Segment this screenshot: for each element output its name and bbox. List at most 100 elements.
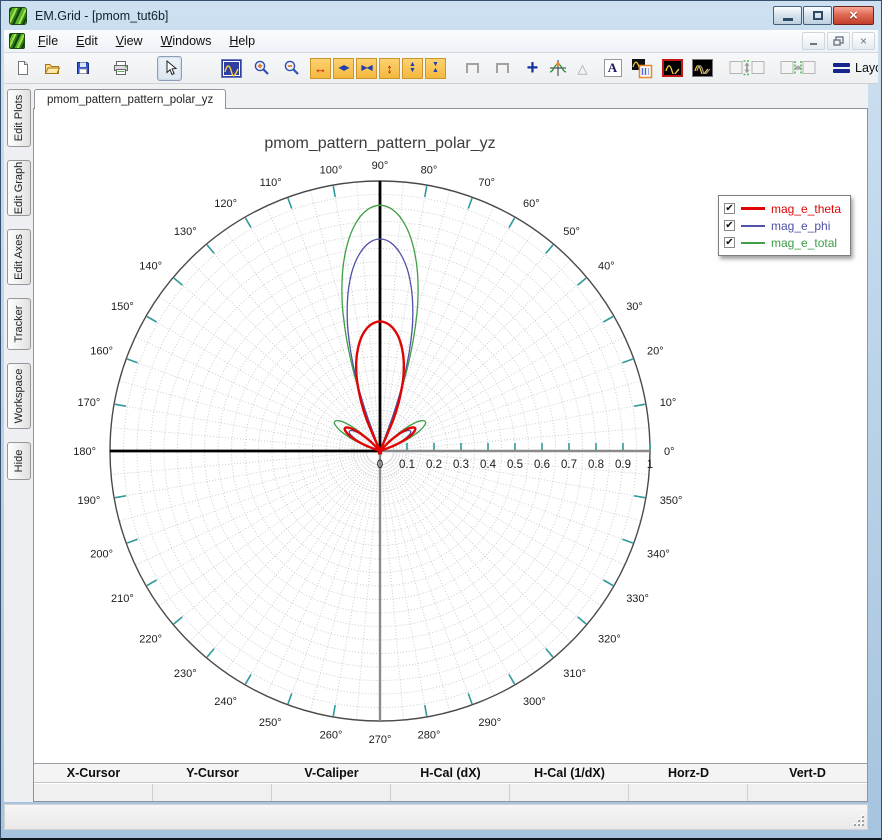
text-annotation-button[interactable]: A xyxy=(600,56,625,81)
svg-text:40°: 40° xyxy=(598,261,615,273)
app-logo-icon xyxy=(9,7,27,25)
mdi-minimize-button[interactable] xyxy=(802,32,825,50)
close-button[interactable]: × xyxy=(833,6,874,25)
print-button[interactable] xyxy=(108,56,133,81)
svg-text:0.1: 0.1 xyxy=(399,459,415,471)
menu-file[interactable]: File xyxy=(29,31,67,51)
document-tab-row: pmom_pattern_pattern_polar_yz xyxy=(33,84,868,108)
svg-text:270°: 270° xyxy=(369,734,392,746)
svg-text:0.3: 0.3 xyxy=(453,459,469,471)
single-plot-button[interactable] xyxy=(660,56,685,81)
legend-label: mag_e_total xyxy=(771,236,837,250)
mdi-window-controls: × xyxy=(802,32,875,50)
menu-edit[interactable]: Edit xyxy=(67,31,107,51)
menu-view[interactable]: View xyxy=(107,31,152,51)
readout-col-h-cal-1-dx-: H-Cal (1/dX) xyxy=(510,766,629,780)
widen-x-button[interactable]: ◀▶ xyxy=(333,58,354,79)
h-stretch-icon: ↔ xyxy=(314,62,327,75)
svg-text:130°: 130° xyxy=(174,226,197,238)
readout-col-vert-d: Vert-D xyxy=(748,766,867,780)
svg-text:0.6: 0.6 xyxy=(534,459,550,471)
svg-text:300°: 300° xyxy=(523,696,546,708)
svg-text:150°: 150° xyxy=(111,301,134,313)
legend-line-sample xyxy=(741,242,765,244)
save-icon xyxy=(75,60,91,76)
legend-checkbox[interactable]: ✔ xyxy=(724,203,735,214)
maximize-button[interactable] xyxy=(803,6,832,25)
layout-button[interactable]: Layout xyxy=(833,61,878,75)
v-arrows-in-icon: ▼▲ xyxy=(432,62,439,74)
svg-text:0.7: 0.7 xyxy=(561,459,577,471)
sidebar-tab-label: Hide xyxy=(13,450,25,473)
plot-panel[interactable]: pmom_pattern_pattern_polar_yz 00.10.20.3… xyxy=(34,109,867,763)
mdi-close-button[interactable]: × xyxy=(852,32,875,50)
sidebar-tab-hide[interactable]: Hide xyxy=(7,442,31,480)
marker-button: △ xyxy=(570,56,595,81)
v-arrows-out-icon: ▲▼ xyxy=(409,62,416,74)
pointer-icon xyxy=(162,60,178,76)
work-area: Edit Plots Edit Graph Edit Axes Tracker Work… xyxy=(1,84,881,802)
document-logo-icon xyxy=(9,33,25,49)
sidebar-tab-edit-plots[interactable]: Edit Plots xyxy=(7,89,31,147)
document-frame: pmom_pattern_pattern_polar_yz 00.10.20.3… xyxy=(33,108,868,802)
new-file-button[interactable] xyxy=(10,56,35,81)
maximize-icon xyxy=(813,11,823,20)
sidebar-tab-edit-axes[interactable]: Edit Axes xyxy=(7,229,31,285)
readout-value-cell xyxy=(34,784,153,801)
app-window: EM.Grid - [pmom_tut6b] × FileEditViewWin… xyxy=(0,0,882,840)
svg-text:280°: 280° xyxy=(418,730,441,742)
crosshair-button[interactable]: + xyxy=(520,56,545,81)
readout-value-cell xyxy=(748,784,867,801)
menu-help[interactable]: Help xyxy=(220,31,264,51)
fit-plot-icon xyxy=(221,59,242,78)
menu-windows[interactable]: Windows xyxy=(152,31,221,51)
legend-checkbox[interactable]: ✔ xyxy=(724,220,735,231)
svg-text:180°: 180° xyxy=(73,446,96,458)
shrink-x-button[interactable]: ▶◀ xyxy=(356,58,377,79)
svg-text:0.2: 0.2 xyxy=(426,459,442,471)
shrink-y-button[interactable]: ▼▲ xyxy=(425,58,446,79)
layout-icon xyxy=(833,63,850,73)
save-button[interactable] xyxy=(70,56,95,81)
widen-y-button[interactable]: ▲▼ xyxy=(402,58,423,79)
new-file-icon xyxy=(15,60,31,76)
expand-x-button[interactable]: ↔ xyxy=(310,58,331,79)
open-file-button[interactable] xyxy=(40,56,65,81)
sidebar-tab-edit-graph[interactable]: Edit Graph xyxy=(7,160,31,216)
triangle-icon: △ xyxy=(578,62,588,75)
chart-legend: ✔mag_e_theta✔mag_e_phi✔mag_e_total xyxy=(718,195,851,256)
sidebar-tab-workspace[interactable]: Workspace xyxy=(7,363,31,429)
h-arrows-in-icon: ▶◀ xyxy=(361,64,371,72)
svg-text:200°: 200° xyxy=(90,548,113,560)
readout-value-cell xyxy=(510,784,629,801)
svg-text:80°: 80° xyxy=(421,164,438,176)
sidebar-tab-tracker[interactable]: Tracker xyxy=(7,298,31,350)
window-title: EM.Grid - [pmom_tut6b] xyxy=(35,9,168,23)
resize-grip-icon[interactable] xyxy=(853,815,865,827)
zoom-out-icon xyxy=(283,59,301,77)
zoom-out-button[interactable] xyxy=(279,56,304,81)
pointer-tool-button[interactable] xyxy=(157,56,182,81)
svg-text:0.5: 0.5 xyxy=(507,459,523,471)
fit-plot-button[interactable] xyxy=(219,56,244,81)
plot-report-button[interactable] xyxy=(630,56,655,81)
zoom-in-button[interactable] xyxy=(249,56,274,81)
multi-plot-button[interactable] xyxy=(690,56,715,81)
svg-text:110°: 110° xyxy=(260,177,282,189)
mdi-restore-icon xyxy=(833,36,844,46)
expand-y-button[interactable]: ↕ xyxy=(379,58,400,79)
legend-checkbox[interactable]: ✔ xyxy=(724,237,735,248)
svg-text:260°: 260° xyxy=(320,730,343,742)
readout-value-cell xyxy=(153,784,272,801)
document-tab[interactable]: pmom_pattern_pattern_polar_yz xyxy=(34,89,226,109)
legend-line-sample xyxy=(741,207,765,210)
readout-col-v-caliper: V-Caliper xyxy=(272,766,391,780)
mdi-restore-button[interactable] xyxy=(827,32,850,50)
svg-text:0.8: 0.8 xyxy=(588,459,604,471)
tracker-tool-button[interactable] xyxy=(545,56,570,81)
layout-label: Layout xyxy=(855,61,878,75)
readout-col-y-cursor: Y-Cursor xyxy=(153,766,272,780)
mdi-minimize-icon xyxy=(809,37,819,46)
svg-text:320°: 320° xyxy=(598,633,621,645)
minimize-button[interactable] xyxy=(773,6,802,25)
